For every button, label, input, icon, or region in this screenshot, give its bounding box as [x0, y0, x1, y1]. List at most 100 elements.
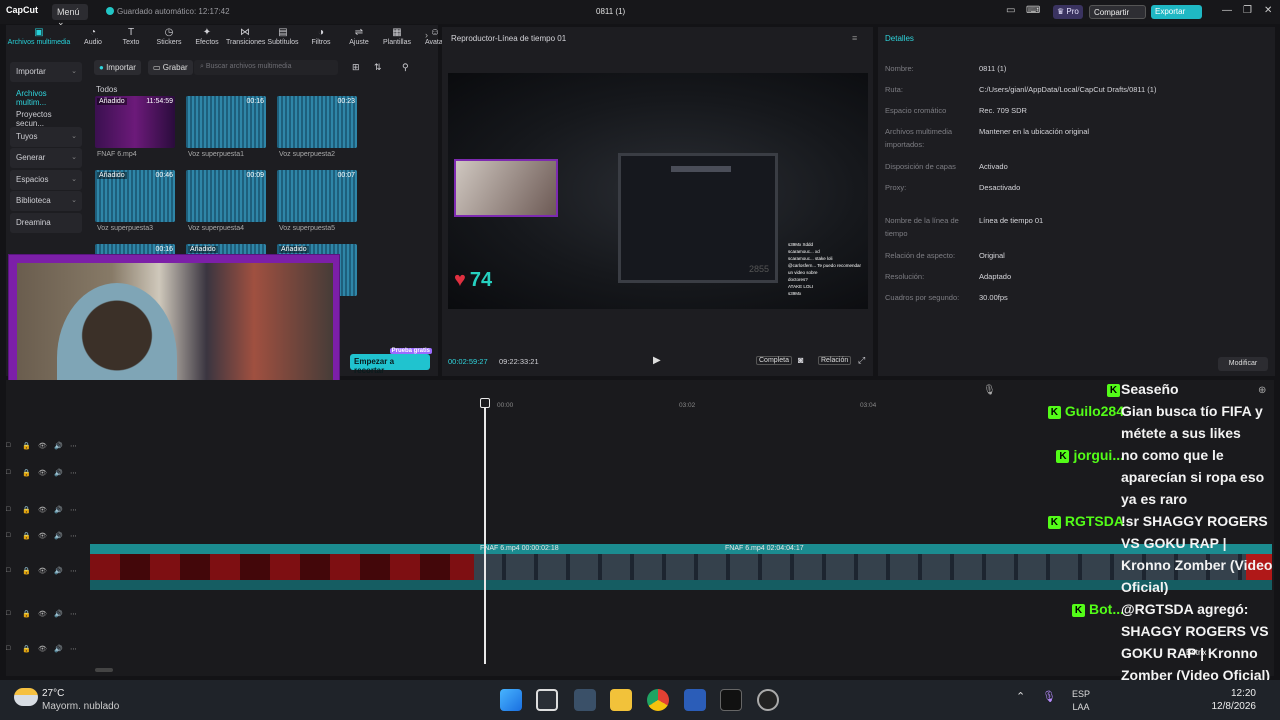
- menu-button[interactable]: Menú ⌄: [52, 4, 88, 27]
- nav-biblioteca[interactable]: Biblioteca ⌄: [10, 191, 82, 211]
- share-button[interactable]: Compartir: [1089, 5, 1146, 19]
- mute-icon[interactable]: 🔊: [54, 567, 63, 575]
- weather-description[interactable]: Mayorm. nublado: [42, 701, 119, 712]
- filter-icon[interactable]: ⚲: [402, 62, 409, 73]
- microphone-tray-icon[interactable]: 🎙: [1042, 690, 1056, 703]
- tab-stickers[interactable]: ◷ Stickers: [150, 27, 188, 46]
- task-view-icon[interactable]: [536, 689, 558, 711]
- mute-icon[interactable]: 🔊: [54, 469, 63, 477]
- weather-temp[interactable]: 27°C: [42, 688, 64, 699]
- lock-icon[interactable]: 🔒: [22, 532, 31, 540]
- video-clip-red[interactable]: [90, 554, 474, 580]
- visibility-icon[interactable]: 👁: [38, 469, 47, 477]
- visibility-icon[interactable]: 👁: [38, 532, 47, 540]
- tab-transiciones[interactable]: ⋈ Transiciones: [226, 27, 265, 46]
- more-icon[interactable]: ⋯: [70, 645, 77, 653]
- tab-ajuste[interactable]: ⇌ Ajuste: [340, 27, 378, 46]
- expand-icon[interactable]: ⤢: [858, 355, 865, 366]
- pro-button[interactable]: ♛ Pro: [1053, 5, 1083, 19]
- record-button[interactable]: ▭ Grabar: [148, 60, 193, 75]
- export-button[interactable]: Exportar: [1151, 5, 1202, 19]
- more-icon[interactable]: ⋯: [70, 506, 77, 514]
- nav-dreamina[interactable]: Dreamina: [10, 212, 82, 233]
- mute-icon[interactable]: 🔊: [54, 532, 63, 540]
- track-type-icon[interactable]: □: [6, 532, 10, 539]
- sort-icon[interactable]: ⇅: [374, 62, 382, 73]
- track-type-icon[interactable]: □: [6, 506, 10, 513]
- snapshot-icon[interactable]: ◙: [798, 355, 803, 365]
- mute-icon[interactable]: 🔊: [54, 442, 63, 450]
- chrome-icon[interactable]: [647, 689, 669, 711]
- tab-filtros[interactable]: ◑ Filtros: [302, 27, 340, 46]
- visibility-icon[interactable]: 👁: [38, 645, 47, 653]
- app-icon[interactable]: [574, 689, 596, 711]
- visibility-icon[interactable]: 👁: [38, 442, 47, 450]
- nav-importar[interactable]: Importar ⌄: [10, 62, 82, 82]
- media-thumbnail[interactable]: Añadido 00:46: [95, 170, 175, 222]
- nav-espacios[interactable]: Espacios ⌄: [10, 169, 82, 190]
- language-indicator[interactable]: ESP LAA: [1072, 688, 1090, 714]
- track-type-icon[interactable]: □: [6, 567, 10, 574]
- start-icon[interactable]: [500, 689, 522, 711]
- timeline-scrollbar[interactable]: [95, 668, 113, 672]
- obs-icon[interactable]: [757, 689, 779, 711]
- lock-icon[interactable]: 🔒: [22, 506, 31, 514]
- visibility-icon[interactable]: 👁: [38, 610, 47, 618]
- playhead-handle[interactable]: [480, 398, 490, 408]
- modify-button[interactable]: Modificar: [1218, 357, 1268, 371]
- more-icon[interactable]: ⋯: [70, 567, 77, 575]
- track-type-icon[interactable]: □: [6, 610, 10, 617]
- media-search-input[interactable]: ⌕ Buscar archivos multimedia: [194, 60, 338, 75]
- nav-tuyos[interactable]: Tuyos ⌄: [10, 126, 82, 147]
- grid-view-icon[interactable]: ⊞: [352, 62, 360, 73]
- visibility-icon[interactable]: 👁: [38, 567, 47, 575]
- mute-icon[interactable]: 🔊: [54, 610, 63, 618]
- mute-icon[interactable]: 🔊: [54, 645, 63, 653]
- lock-icon[interactable]: 🔒: [22, 442, 31, 450]
- play-icon[interactable]: ▶: [653, 355, 661, 366]
- track-type-icon[interactable]: □: [6, 645, 10, 652]
- fullscreen-quality-button[interactable]: Completa: [756, 356, 792, 365]
- shortcuts-icon[interactable]: ⌨: [1026, 5, 1040, 16]
- taskbar-clock[interactable]: 12:20: [1216, 688, 1256, 699]
- more-icon[interactable]: ⋯: [70, 610, 77, 618]
- weather-icon[interactable]: [14, 688, 38, 706]
- track-type-icon[interactable]: □: [6, 469, 10, 476]
- tab-archivos-multimedia[interactable]: ▣ Archivos multimedia: [6, 27, 72, 46]
- tab-plantillas[interactable]: ▦ Plantillas: [378, 27, 416, 46]
- import-button[interactable]: ● Importar: [94, 60, 141, 75]
- toolbar-scroll-icon[interactable]: ›: [425, 30, 428, 40]
- capcut-taskbar-icon[interactable]: [720, 689, 742, 711]
- lock-icon[interactable]: 🔒: [22, 567, 31, 575]
- aspect-ratio-button[interactable]: Relación: [818, 356, 852, 365]
- minimize-button[interactable]: —: [1222, 5, 1232, 16]
- tab-texto[interactable]: T Texto: [112, 27, 150, 46]
- more-icon[interactable]: ⋯: [70, 532, 77, 540]
- media-thumbnail[interactable]: 00:23: [277, 96, 357, 148]
- word-icon[interactable]: [684, 689, 706, 711]
- more-icon[interactable]: ⋯: [70, 442, 77, 450]
- chevron-up-icon[interactable]: ⌃: [1016, 690, 1025, 703]
- tab-audio[interactable]: ◔ Audio: [74, 27, 112, 46]
- layout-icon[interactable]: ▭: [1006, 5, 1015, 16]
- start-trim-button[interactable]: Empezar a recortar Prueba gratis: [350, 348, 432, 375]
- lock-icon[interactable]: 🔒: [22, 610, 31, 618]
- lock-icon[interactable]: 🔒: [22, 645, 31, 653]
- nav-proyectos[interactable]: Proyectos secun...: [10, 105, 82, 128]
- track-type-icon[interactable]: □: [6, 442, 10, 449]
- tab-subtítulos[interactable]: ▤ Subtítulos: [264, 27, 302, 46]
- taskbar-date[interactable]: 12/8/2026: [1196, 701, 1257, 712]
- player-menu-icon[interactable]: ≡: [852, 33, 857, 43]
- video-preview[interactable]: 2855 ♥ 74 s39Mx Xddd scaramouc... xd scaram…: [448, 73, 868, 309]
- lock-icon[interactable]: 🔒: [22, 469, 31, 477]
- media-thumbnail[interactable]: 00:16: [186, 96, 266, 148]
- media-thumbnail[interactable]: 00:09: [186, 170, 266, 222]
- playhead[interactable]: [484, 400, 486, 664]
- media-thumbnail[interactable]: 00:07: [277, 170, 357, 222]
- maximize-button[interactable]: ❐: [1243, 5, 1252, 16]
- media-thumbnail[interactable]: Añadido 11:54:59: [95, 96, 175, 148]
- microphone-icon[interactable]: 🎙: [983, 385, 996, 396]
- nav-archivos[interactable]: Archivos multim...: [10, 84, 82, 107]
- mute-icon[interactable]: 🔊: [54, 506, 63, 514]
- nav-generar[interactable]: Generar ⌄: [10, 148, 82, 168]
